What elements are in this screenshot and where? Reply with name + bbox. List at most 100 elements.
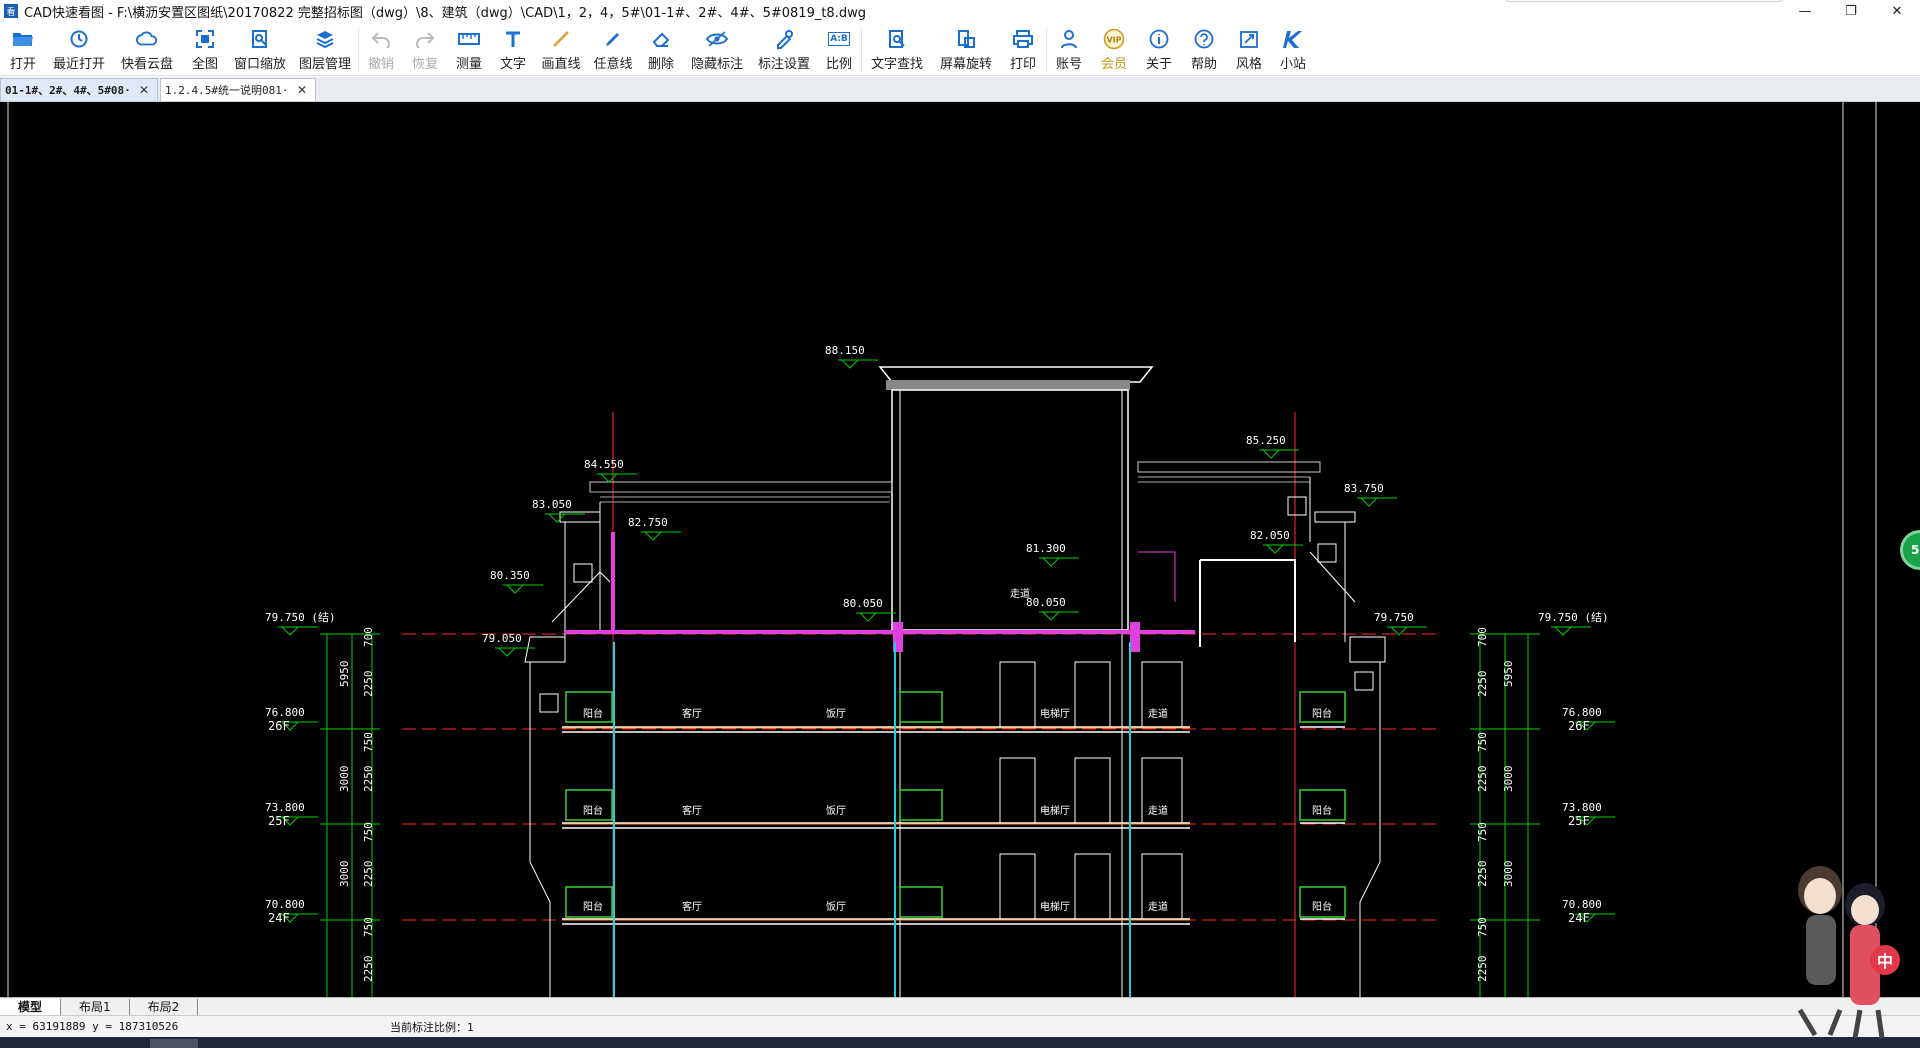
cloud-drive-button[interactable]: 快看云盘 [112, 22, 182, 76]
floor-label: 26F [268, 719, 290, 733]
layout-tab-1[interactable]: 布局1 [61, 998, 130, 1015]
elevation-marker [641, 531, 681, 541]
elevation-label: 88.150 [825, 344, 865, 357]
dimension-label: 2250 [362, 671, 375, 698]
close-button[interactable]: ✕ [1874, 0, 1920, 22]
station-button[interactable]: 小站 [1271, 22, 1315, 76]
room-label: 走道 [1148, 804, 1168, 817]
elevation-marker [1357, 497, 1397, 507]
layer-manager-label: 图层管理 [298, 57, 351, 72]
dimension-label: 750 [1476, 917, 1489, 937]
rotate-screen-button[interactable]: 屏幕旋转 [932, 22, 1000, 76]
user-icon [1058, 28, 1080, 50]
room-label: 阳台 [1312, 900, 1332, 913]
redo-button[interactable]: 恢复 [403, 22, 447, 76]
minimize-button[interactable]: — [1782, 0, 1828, 22]
account-button[interactable]: 账号 [1047, 22, 1091, 76]
dimension-settings-button[interactable]: 标注设置 [751, 22, 817, 76]
help-label: 帮助 [1190, 57, 1217, 72]
taskbar-item[interactable] [150, 1039, 198, 1048]
fit-all-button[interactable]: 全图 [182, 22, 228, 76]
dimension-label: 2250 [362, 861, 375, 888]
recent-open-button[interactable]: 最近打开 [46, 22, 112, 76]
text-button[interactable]: 文字 [491, 22, 535, 76]
zoom-window-label: 窗口缩放 [233, 57, 286, 72]
style-button[interactable]: 风格 [1227, 22, 1271, 76]
undo-icon [370, 28, 392, 50]
annotation-scale-status: 当前标注比例：1 [390, 1020, 474, 1034]
document-tab-1[interactable]: 01-1#、2#、4#、5#08· ✕ [0, 78, 158, 101]
ime-indicator[interactable]: 中 [1870, 945, 1900, 975]
scale-button[interactable]: A:B 比例 [817, 22, 861, 76]
text-search-button[interactable]: 文字查找 [862, 22, 932, 76]
elevation-marker [597, 473, 637, 483]
elevation-marker [503, 584, 543, 594]
layout-tab-2[interactable]: 布局2 [130, 998, 199, 1015]
mascot-decoration [1770, 860, 1920, 1040]
close-tab-icon[interactable]: ✕ [297, 83, 307, 97]
restore-button[interactable]: ❐ [1828, 0, 1874, 22]
elevation-label: 70.800 [1562, 898, 1602, 911]
fit-all-icon [194, 28, 216, 50]
floating-search-bar[interactable] [1505, 0, 1783, 2]
station-label: 小站 [1279, 57, 1306, 72]
room-label: 饭厅 [826, 901, 846, 913]
room-label: 阳台 [1312, 707, 1332, 720]
freehand-button[interactable]: 任意线 [587, 22, 639, 76]
taskbar-strip [0, 1037, 1920, 1048]
close-tab-icon[interactable]: ✕ [139, 83, 149, 97]
dimension-settings-label: 标注设置 [757, 57, 810, 72]
elevation-label: 84.550 [584, 458, 624, 471]
eye-hide-icon [706, 28, 728, 50]
print-button[interactable]: 打印 [1000, 22, 1046, 76]
drawing-canvas[interactable]: 88.150 85.250 84.550 83.750 83.050 82.750 82.0… [0, 102, 1920, 997]
app-icon: 看 [4, 4, 18, 18]
room-label: 阳台 [1312, 804, 1332, 817]
measure-button[interactable]: 测量 [447, 22, 491, 76]
elevation-marker [545, 513, 585, 523]
redo-icon [414, 28, 436, 50]
draw-line-label: 画直线 [541, 57, 581, 72]
undo-button[interactable]: 撤销 [359, 22, 403, 76]
info-icon [1148, 28, 1170, 50]
room-label: 走道 [1148, 707, 1168, 720]
cad-drawing: 88.150 85.250 84.550 83.750 83.050 82.750 82.0… [7, 102, 1877, 997]
ruler-icon [458, 28, 480, 50]
pen-icon [602, 28, 624, 50]
open-label: 打开 [9, 57, 36, 72]
open-button[interactable]: 打开 [0, 22, 46, 76]
dimension-label: 750 [1476, 732, 1489, 752]
dimension-label: 750 [362, 822, 375, 842]
document-tab-2[interactable]: 1.2.4.5#统一说明081·· ✕ [160, 78, 316, 101]
help-icon [1193, 28, 1215, 50]
room-label: 电梯厅 [1040, 900, 1070, 913]
dimension-label: 5950 [1502, 661, 1515, 688]
room-label: 阳台 [583, 707, 603, 720]
cloud-icon [136, 28, 158, 50]
layers-icon [314, 28, 336, 50]
delete-button[interactable]: 删除 [639, 22, 683, 76]
dimension-label: 2250 [362, 956, 375, 983]
elevation-label: 82.050 [1250, 529, 1290, 542]
layout-tab-model[interactable]: 模型 [0, 998, 62, 1015]
elevation-label: 73.800 [265, 801, 305, 814]
room-label: 电梯厅 [1040, 804, 1070, 817]
about-button[interactable]: 关于 [1137, 22, 1181, 76]
elevation-label: 81.300 [1026, 542, 1066, 555]
corridor-label: 走道 [1010, 587, 1030, 600]
vip-label: 会员 [1100, 57, 1127, 72]
elevation-marker [1039, 611, 1079, 621]
layer-manager-button[interactable]: 图层管理 [292, 22, 358, 76]
history-icon [68, 28, 90, 50]
help-button[interactable]: 帮助 [1181, 22, 1227, 76]
dimension-label: 700 [1476, 627, 1489, 647]
draw-line-button[interactable]: 画直线 [535, 22, 587, 76]
dimension-label: 700 [362, 627, 375, 647]
zoom-window-button[interactable]: 窗口缩放 [228, 22, 292, 76]
hide-dimensions-label: 隐藏标注 [690, 57, 743, 72]
dimension-label: 5950 [338, 661, 351, 688]
vip-button[interactable]: VIP 会员 [1091, 22, 1137, 76]
cloud-drive-label: 快看云盘 [120, 57, 173, 72]
floor-label: 24F [268, 911, 290, 925]
hide-dimensions-button[interactable]: 隐藏标注 [683, 22, 751, 76]
